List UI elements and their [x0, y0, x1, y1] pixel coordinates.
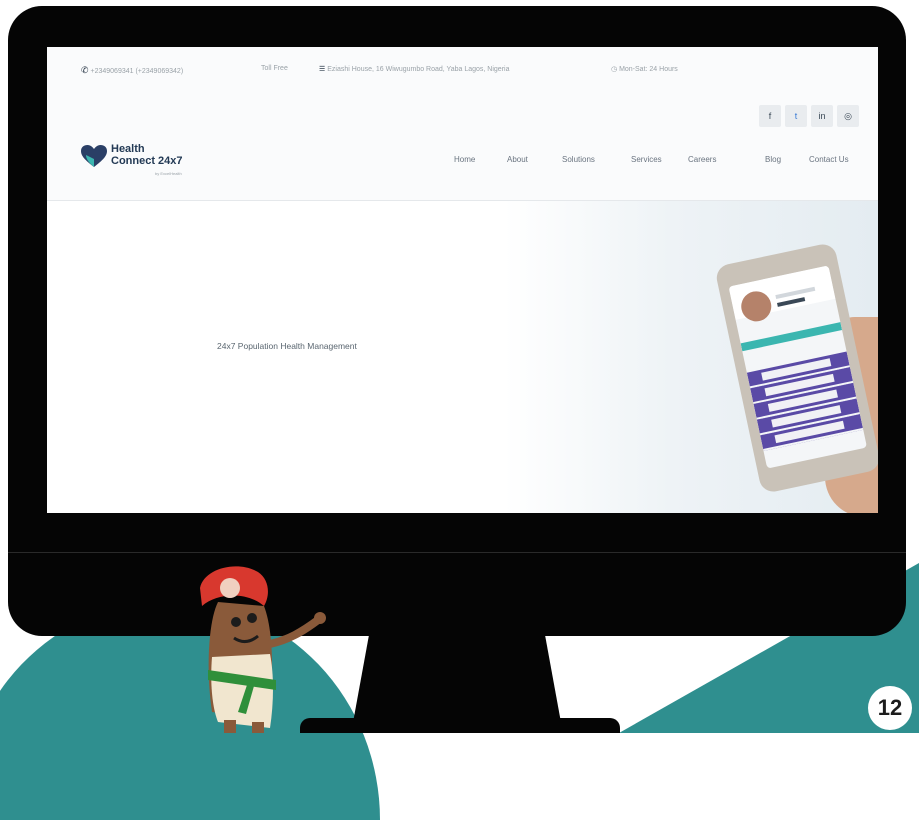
nav-home[interactable]: Home — [454, 155, 475, 164]
phone-icon: ✆ — [81, 65, 89, 75]
logo-wordmark: Health Connect 24x7 — [111, 143, 183, 167]
contact-topbar: ✆ +2349069341 (+2349069342) Toll Free ☰ … — [47, 47, 878, 91]
website-screen: ✆ +2349069341 (+2349069342) Toll Free ☰ … — [47, 47, 878, 513]
logo-tagline: by ExcelHealth — [155, 171, 182, 176]
monitor-stand-base — [300, 718, 620, 733]
phone-contact[interactable]: ✆ +2349069341 (+2349069342) — [81, 65, 183, 76]
clock-icon: ◷ — [611, 66, 618, 73]
nav-services[interactable]: Services — [631, 155, 662, 164]
instagram-icon[interactable]: ◎ — [837, 105, 859, 127]
address-icon: ☰ — [319, 66, 326, 73]
site-logo[interactable]: Health Connect 24x7 by ExcelHealth — [81, 141, 241, 181]
nav-about[interactable]: About — [507, 155, 528, 164]
heart-logo-icon — [81, 145, 107, 167]
address-contact: ☰ Eziashi House, 16 Wiwugumbo Road, Yaba… — [319, 66, 510, 73]
twitter-icon[interactable]: t — [785, 105, 807, 127]
toll-free-label: Toll Free — [261, 65, 288, 72]
mascot-character-image — [200, 566, 326, 733]
monitor-stand — [352, 636, 562, 728]
hero-title: 24x7 Population Health Management — [217, 341, 357, 351]
facebook-icon[interactable]: f — [759, 105, 781, 127]
nav-careers[interactable]: Careers — [688, 155, 716, 164]
hours-contact: ◷ Mon-Sat: 24 Hours — [611, 66, 678, 73]
phone-teal-bar — [740, 322, 843, 352]
monitor-chin-divider — [8, 552, 906, 553]
nav-solutions[interactable]: Solutions — [562, 155, 595, 164]
nav-contact-us[interactable]: Contact Us — [809, 155, 849, 164]
linkedin-icon[interactable]: in — [811, 105, 833, 127]
nav-blog[interactable]: Blog — [765, 155, 781, 164]
slide-number-badge: 12 — [868, 686, 912, 730]
